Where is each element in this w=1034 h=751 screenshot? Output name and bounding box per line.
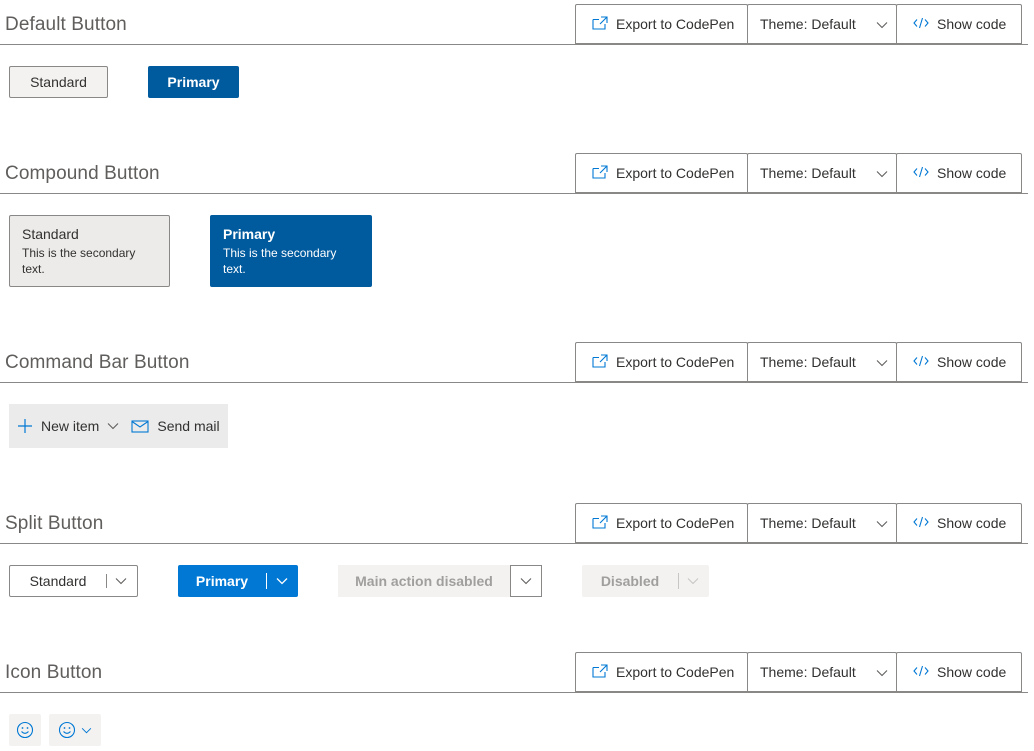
section-toolbar: Export to CodePen Theme: Default Show co… [575,503,1022,545]
chevron-down-icon [81,727,92,734]
code-icon [913,354,929,370]
chevron-down-icon [876,354,888,370]
split-standard-main[interactable]: Standard [10,566,106,596]
section-header: Split Button Export to CodePen Theme: De… [0,503,1028,545]
export-label: Export to CodePen [616,354,735,370]
compound-primary-label: Primary [223,226,276,242]
primary-button-label: Primary [167,74,220,90]
theme-dropdown[interactable]: Theme: Default [747,503,897,543]
split-disabled-menu [678,565,708,597]
export-to-codepen-button[interactable]: Export to CodePen [575,4,748,44]
new-item-button[interactable]: New item [11,404,125,448]
theme-label: Theme: Default [760,664,856,680]
code-icon [913,664,929,680]
split-main-action-disabled-main: Main action disabled [338,565,510,597]
export-label: Export to CodePen [616,515,735,531]
theme-label: Theme: Default [760,16,856,32]
show-code-button[interactable]: Show code [896,153,1022,193]
show-code-label: Show code [937,515,1007,531]
emoji-icon-button[interactable] [9,714,41,746]
chevron-down-icon [115,577,127,585]
share-external-icon [592,664,608,680]
share-external-icon [592,354,608,370]
show-code-button[interactable]: Show code [896,652,1022,692]
theme-dropdown[interactable]: Theme: Default [747,342,897,382]
code-icon [913,165,929,181]
share-external-icon [592,16,608,32]
section-title: Split Button [5,513,104,534]
smiley-icon [58,721,76,739]
standard-button[interactable]: Standard [9,66,108,98]
export-to-codepen-button[interactable]: Export to CodePen [575,503,748,543]
primary-button[interactable]: Primary [148,66,239,98]
compound-primary-secondary: This is the secondary text. [223,246,337,276]
section-toolbar: Export to CodePen Theme: Default Show co… [575,342,1022,384]
show-code-label: Show code [937,165,1007,181]
command-bar: New item Send mail [9,404,228,448]
plus-icon [17,418,33,434]
show-code-button[interactable]: Show code [896,342,1022,382]
chevron-down-icon [520,577,532,585]
share-external-icon [592,515,608,531]
share-external-icon [592,165,608,181]
export-to-codepen-button[interactable]: Export to CodePen [575,342,748,382]
compound-standard-button[interactable]: Standard This is the secondary text. [9,215,170,287]
chevron-down-icon [687,577,699,585]
show-code-label: Show code [937,16,1007,32]
code-icon [913,16,929,32]
export-label: Export to CodePen [616,16,735,32]
section-header: Command Bar Button Export to CodePen The… [0,342,1028,384]
section-header: Icon Button Export to CodePen Theme: Def… [0,652,1028,694]
send-mail-button[interactable]: Send mail [125,404,225,448]
section-header: Default Button Export to CodePen Theme: … [0,4,1028,46]
split-main-action-disabled-menu[interactable] [510,565,542,597]
split-disabled-button: Disabled [582,565,709,597]
compound-standard-label: Standard [22,226,79,242]
split-primary-button: Primary [178,565,298,597]
standard-button-label: Standard [30,74,87,90]
chevron-down-icon [876,165,888,181]
chevron-down-icon [876,515,888,531]
compound-standard-secondary: This is the secondary text. [22,246,136,276]
split-main-action-disabled-button: Main action disabled [338,565,542,597]
theme-dropdown[interactable]: Theme: Default [747,4,897,44]
export-label: Export to CodePen [616,165,735,181]
chevron-down-icon [107,422,119,430]
section-title: Compound Button [5,163,160,184]
chevron-down-icon [876,16,888,32]
show-code-button[interactable]: Show code [896,503,1022,543]
section-toolbar: Export to CodePen Theme: Default Show co… [575,4,1022,46]
section-title: Icon Button [5,662,103,683]
mail-icon [131,419,149,433]
theme-dropdown[interactable]: Theme: Default [747,652,897,692]
export-label: Export to CodePen [616,664,735,680]
chevron-down-icon [876,664,888,680]
smiley-icon [16,721,34,739]
section-toolbar: Export to CodePen Theme: Default Show co… [575,652,1022,694]
split-standard-button: Standard [9,565,138,597]
code-icon [913,515,929,531]
export-to-codepen-button[interactable]: Export to CodePen [575,652,748,692]
chevron-down-icon [276,577,288,585]
theme-dropdown[interactable]: Theme: Default [747,153,897,193]
emoji-menu-icon-button[interactable] [49,714,101,746]
compound-primary-button[interactable]: Primary This is the secondary text. [210,215,372,287]
section-header: Compound Button Export to CodePen Theme:… [0,153,1028,195]
theme-label: Theme: Default [760,165,856,181]
send-mail-label: Send mail [157,418,220,434]
theme-label: Theme: Default [760,354,856,370]
split-disabled-main: Disabled [600,573,660,589]
split-standard-menu[interactable] [106,566,136,596]
theme-label: Theme: Default [760,515,856,531]
section-title: Command Bar Button [5,352,190,373]
export-to-codepen-button[interactable]: Export to CodePen [575,153,748,193]
new-item-label: New item [41,418,100,434]
show-code-label: Show code [937,354,1007,370]
show-code-label: Show code [937,664,1007,680]
section-title: Default Button [5,14,127,35]
split-primary-menu[interactable] [266,565,298,597]
section-toolbar: Export to CodePen Theme: Default Show co… [575,153,1022,195]
show-code-button[interactable]: Show code [896,4,1022,44]
split-primary-main[interactable]: Primary [178,565,266,597]
